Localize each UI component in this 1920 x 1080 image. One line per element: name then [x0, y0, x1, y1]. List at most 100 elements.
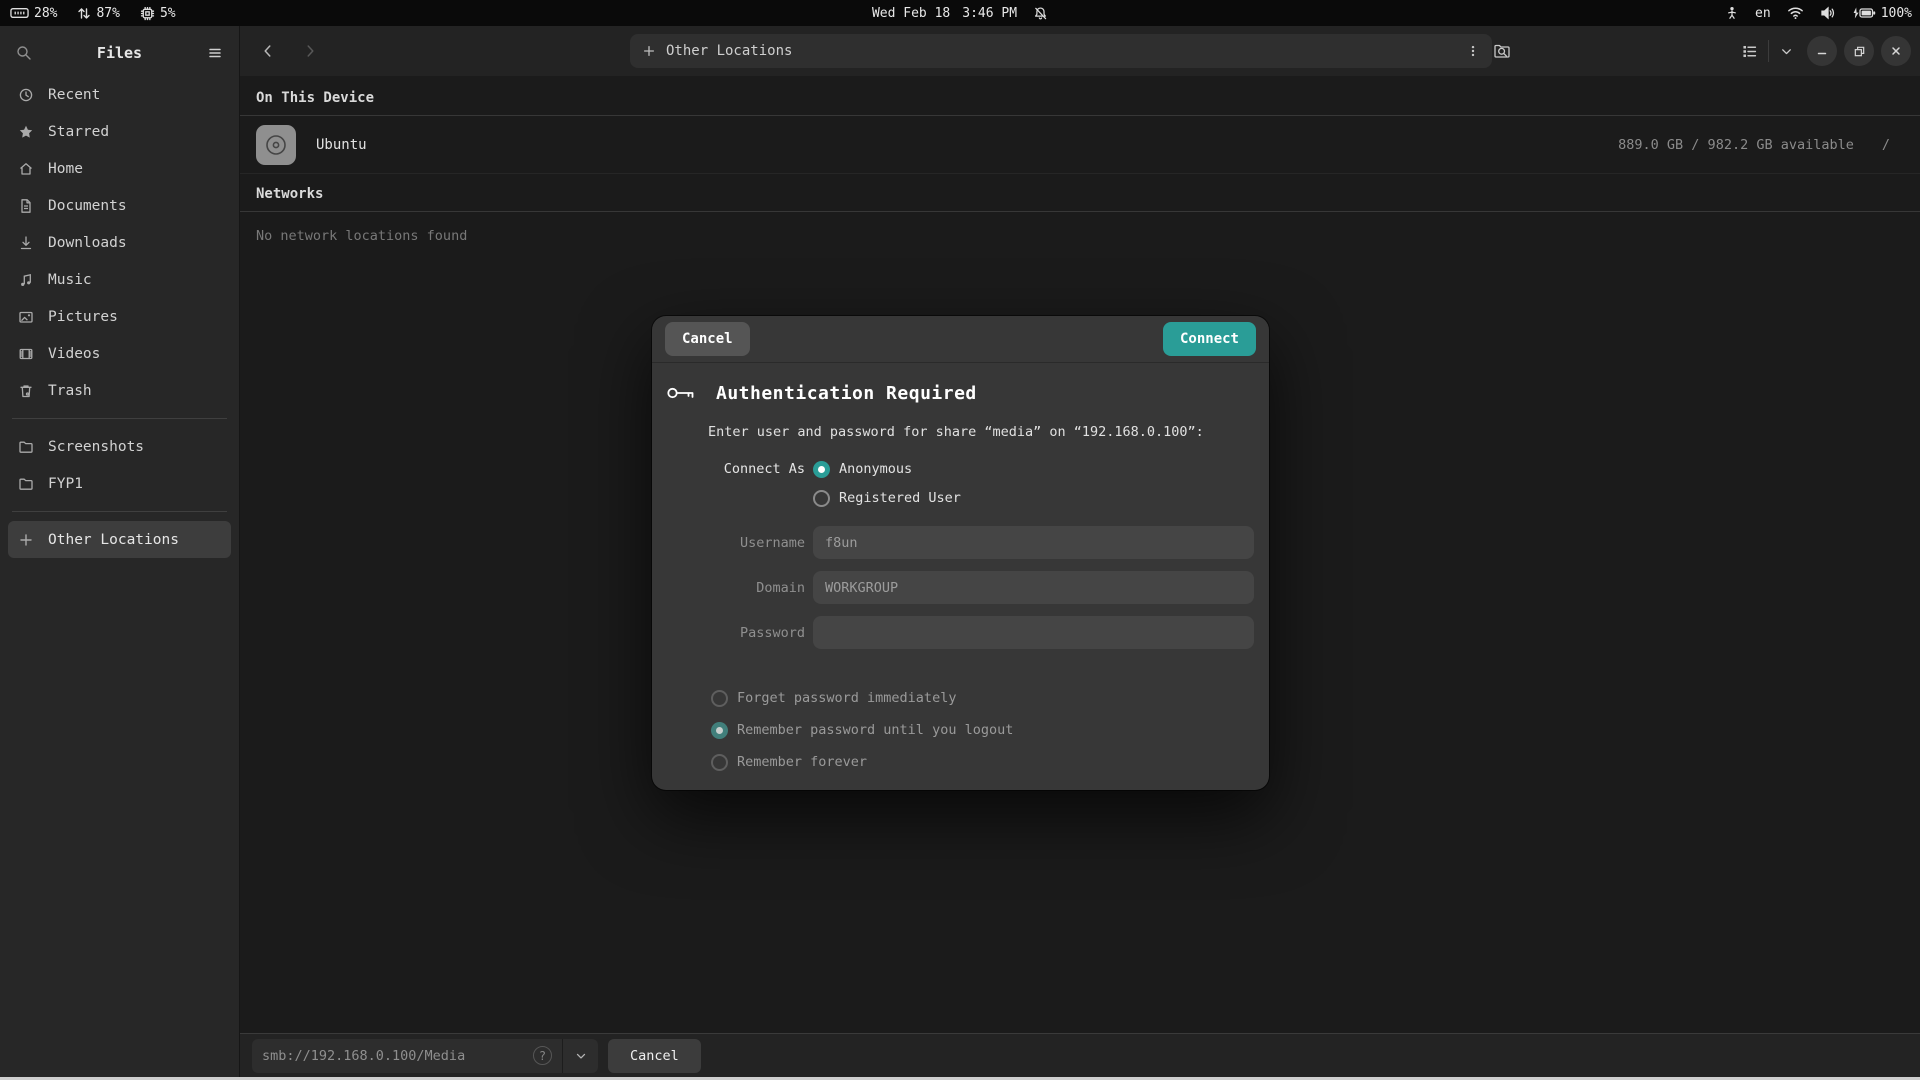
sidebar-item-label: Starred	[48, 124, 109, 140]
domain-input[interactable]	[813, 571, 1254, 604]
server-address-input[interactable]: smb://192.168.0.100/Media ?	[252, 1039, 562, 1073]
connect-as-label: Connect As	[665, 457, 805, 481]
radio-button-icon	[711, 754, 728, 771]
headerbar: Other Locations	[240, 26, 1920, 76]
radio-label: Anonymous	[839, 461, 912, 477]
star-icon	[18, 124, 34, 140]
accessibility-icon[interactable]	[1725, 5, 1739, 21]
sidebar-item-label: Home	[48, 161, 83, 177]
sidebar-item-label: Trash	[48, 383, 92, 399]
sidebar-item-label: Other Locations	[48, 532, 179, 548]
home-icon	[18, 161, 34, 177]
path-label: Other Locations	[666, 43, 792, 59]
search-icon[interactable]	[16, 45, 32, 61]
sidebar-item-screenshots[interactable]: Screenshots	[8, 428, 231, 465]
cpu-icon	[140, 6, 155, 21]
domain-label: Domain	[665, 580, 805, 596]
trash-icon	[18, 383, 34, 399]
sidebar-item-starred[interactable]: Starred	[8, 113, 231, 150]
help-icon[interactable]: ?	[533, 1046, 552, 1065]
path-bar[interactable]: Other Locations	[630, 34, 1492, 68]
password-input[interactable]	[813, 616, 1254, 649]
sidebar-item-home[interactable]: Home	[8, 150, 231, 187]
wifi-icon[interactable]	[1787, 6, 1804, 20]
back-button[interactable]	[252, 35, 284, 67]
forward-button[interactable]	[294, 35, 326, 67]
folder-icon	[18, 439, 34, 455]
sidebar-item-trash[interactable]: Trash	[8, 372, 231, 409]
status-time: 3:46 PM	[962, 6, 1017, 21]
plus-icon	[18, 532, 34, 548]
password-label: Password	[665, 625, 805, 641]
memory-indicator[interactable]: 28%	[10, 6, 57, 21]
networks-empty-message: No network locations found	[240, 212, 1920, 260]
picture-icon	[18, 309, 34, 325]
battery-indicator[interactable]: 100%	[1852, 6, 1912, 21]
radio-remember-forever[interactable]: Remember forever	[711, 750, 1269, 774]
sidebar-item-label: Recent	[48, 87, 100, 103]
dialog-title: Authentication Required	[716, 383, 977, 404]
sidebar-item-label: Videos	[48, 346, 100, 362]
sidebar-item-label: Music	[48, 272, 92, 288]
section-on-this-device: On This Device	[240, 76, 1920, 116]
username-label: Username	[665, 535, 805, 551]
section-networks: Networks	[240, 174, 1920, 212]
cpu-value: 5%	[160, 6, 176, 21]
minimize-button[interactable]	[1807, 36, 1837, 66]
disk-icon	[256, 125, 296, 165]
radio-forget-password[interactable]: Forget password immediately	[711, 686, 1269, 710]
bell-slash-icon	[1033, 6, 1048, 21]
sidebar-item-label: Screenshots	[48, 439, 144, 455]
keyboard-layout-indicator[interactable]: en	[1755, 6, 1771, 21]
sidebar-item-documents[interactable]: Documents	[8, 187, 231, 224]
radio-anonymous[interactable]: Anonymous	[813, 457, 961, 481]
restore-button[interactable]	[1844, 36, 1874, 66]
status-date: Wed Feb 18	[872, 6, 950, 21]
battery-charging-icon	[1852, 6, 1876, 20]
sidebar-item-fyp1[interactable]: FYP1	[8, 465, 231, 502]
dialog-cancel-button[interactable]: Cancel	[665, 322, 750, 356]
key-icon	[666, 384, 696, 402]
radio-button-icon	[813, 461, 830, 478]
recent-icon	[18, 87, 34, 103]
download-icon	[18, 235, 34, 251]
cpu-indicator[interactable]: 5%	[140, 6, 176, 21]
sidebar-item-music[interactable]: Music	[8, 261, 231, 298]
sidebar-item-recent[interactable]: Recent	[8, 76, 231, 113]
search-everywhere-icon[interactable]	[1485, 35, 1519, 67]
sidebar-item-other-locations[interactable]: Other Locations	[8, 521, 231, 558]
sidebar-item-downloads[interactable]: Downloads	[8, 224, 231, 261]
app-title: Files	[32, 44, 207, 62]
memory-icon	[10, 6, 29, 20]
dialog-connect-button[interactable]: Connect	[1163, 322, 1256, 356]
network-indicator[interactable]: 87%	[77, 6, 119, 21]
radio-label: Registered User	[839, 490, 961, 506]
radio-button-icon	[813, 490, 830, 507]
clock-menu[interactable]: Wed Feb 18 3:46 PM	[872, 0, 1048, 26]
sidebar-divider	[12, 418, 227, 419]
music-note-icon	[18, 272, 34, 288]
updown-arrows-icon	[77, 6, 91, 21]
list-view-icon[interactable]	[1741, 43, 1758, 60]
recent-servers-chevron[interactable]	[562, 1039, 598, 1073]
sidebar-item-videos[interactable]: Videos	[8, 335, 231, 372]
server-cancel-button[interactable]: Cancel	[608, 1039, 701, 1073]
sidebar-item-pictures[interactable]: Pictures	[8, 298, 231, 335]
video-icon	[18, 346, 34, 362]
sidebar-item-label: Pictures	[48, 309, 118, 325]
authentication-dialog: Cancel Connect Authentication Required E…	[652, 316, 1269, 790]
device-row-ubuntu[interactable]: Ubuntu 889.0 GB / 982.2 GB available /	[240, 116, 1920, 174]
radio-label: Remember password until you logout	[737, 722, 1013, 738]
sidebar-divider	[12, 511, 227, 512]
hamburger-menu-icon[interactable]	[207, 45, 223, 61]
close-button[interactable]	[1881, 36, 1911, 66]
volume-icon[interactable]	[1820, 6, 1836, 20]
radio-button-icon	[711, 690, 728, 707]
kebab-menu-icon[interactable]	[1466, 43, 1480, 59]
view-options-chevron-icon[interactable]	[1779, 44, 1794, 59]
radio-remember-until-logout[interactable]: Remember password until you logout	[711, 718, 1269, 742]
username-input[interactable]	[813, 526, 1254, 559]
radio-registered-user[interactable]: Registered User	[813, 486, 961, 510]
toolbar-separator	[1768, 40, 1769, 62]
radio-label: Remember forever	[737, 754, 867, 770]
